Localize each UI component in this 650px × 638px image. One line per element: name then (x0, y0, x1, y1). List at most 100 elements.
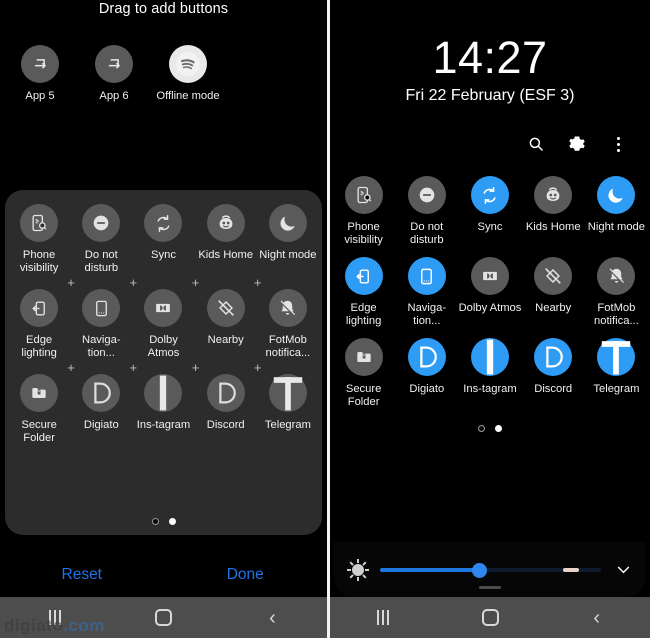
page-dot-2[interactable] (495, 425, 502, 432)
add-slot-marker[interactable]: + (40, 361, 102, 374)
add-slot-marker[interactable]: + (40, 276, 102, 289)
discord-icon (534, 338, 573, 376)
page-title: Drag to add buttons (98, 1, 229, 17)
add-slot-marker[interactable]: + (102, 276, 164, 289)
qs-tile-secure-folder[interactable]: Secure Folder (332, 338, 395, 409)
qs-tile-night-mode[interactable]: Night mode (257, 204, 319, 275)
qs-tile-kids-home[interactable]: Kids Home (522, 176, 585, 247)
home-icon[interactable] (437, 609, 544, 626)
add-slot-marker[interactable]: + (102, 361, 164, 374)
qs-tile-night-mode[interactable]: Night mode (585, 176, 648, 247)
reset-button[interactable]: Reset (0, 566, 164, 584)
qs-tile-digiato[interactable]: Digiato (395, 338, 458, 409)
tray-tile-offline-mode[interactable]: Offline mode (151, 45, 225, 103)
qs-tile-dolby-atmos[interactable]: Dolby Atmos (132, 289, 194, 360)
tray-tile-app6[interactable]: App 6 (77, 45, 151, 103)
page-dot-1[interactable] (151, 518, 159, 525)
qs-tile-phone-visibility[interactable]: Phone visibility (332, 176, 395, 247)
add-slot-marker[interactable]: + (227, 361, 289, 374)
add-slot-row: + + + + (8, 360, 319, 374)
qs-tile-label: Do not disturb (84, 249, 119, 274)
qs-tile-label: Nearby (207, 334, 244, 346)
add-slot-marker[interactable]: + (227, 276, 289, 289)
qs-tile-label: Dolby Atmos (458, 302, 522, 314)
qs-tile-label: Digiato (83, 419, 119, 431)
clock-time: 14:27 (432, 32, 548, 83)
system-navigation-bar: ‹ (0, 597, 327, 638)
page-indicator (5, 518, 322, 525)
slider-fill (380, 567, 480, 572)
night-mode-icon (268, 204, 307, 242)
qs-tile-telegram[interactable]: Telegram (585, 338, 648, 409)
quick-settings-grid: Phone visibility Do not disturb Sync Kid… (5, 190, 322, 445)
do-not-disturb-icon (407, 176, 446, 214)
qs-tile-instagram[interactable]: Ins-tagram (132, 374, 194, 445)
qs-tile-fotmob-notifications[interactable]: FotMob notifica... (257, 289, 319, 360)
qs-tile-fotmob-notifications[interactable]: FotMob notifica... (585, 257, 648, 328)
digiato-icon (407, 338, 446, 376)
back-icon[interactable]: ‹ (543, 608, 650, 628)
page-dot-1[interactable] (478, 425, 485, 432)
bell-off-icon (268, 289, 307, 327)
qs-tile-discord[interactable]: Discord (195, 374, 257, 445)
recents-icon[interactable] (330, 610, 437, 625)
instagram-icon (144, 374, 183, 412)
qs-tile-secure-folder[interactable]: Secure Folder (8, 374, 70, 445)
qs-tile-do-not-disturb[interactable]: Do not disturb (70, 204, 132, 275)
back-glyph: ‹ (593, 606, 601, 629)
home-icon[interactable] (109, 609, 218, 626)
instagram-icon (470, 338, 509, 376)
overflow-menu-icon[interactable] (608, 134, 628, 154)
panel-pull-handle[interactable] (479, 586, 501, 589)
brightness-slider[interactable] (380, 560, 601, 580)
kids-home-icon (206, 204, 245, 242)
qs-tile-telegram[interactable]: Telegram (257, 374, 319, 445)
qs-tile-edge-lighting[interactable]: Edge lighting (332, 257, 395, 328)
qs-tile-edge-lighting[interactable]: Edge lighting (8, 289, 70, 360)
qs-tile-phone-visibility[interactable]: Phone visibility (8, 204, 70, 275)
qs-tile-instagram[interactable]: Ins-tagram (458, 338, 521, 409)
page-dot-2[interactable] (168, 518, 176, 525)
qs-tile-nearby[interactable]: Nearby (195, 289, 257, 360)
qs-tile-label: Edge lighting (21, 334, 57, 359)
add-slot-marker[interactable]: + (164, 276, 226, 289)
quick-settings-card: Phone visibility Do not disturb Sync Kid… (5, 190, 322, 535)
add-slot-row: + + + + (8, 275, 319, 289)
qs-tile-label: Kids Home (198, 249, 254, 261)
dolby-atmos-icon (144, 289, 183, 327)
qs-tile-label: Secure Folder (21, 419, 57, 444)
quick-panel-header-icons (330, 105, 650, 154)
qs-tile-sync[interactable]: Sync (132, 204, 194, 275)
gear-icon[interactable] (567, 134, 587, 154)
qs-tile-label: Telegram (593, 383, 640, 395)
done-button[interactable]: Done (164, 566, 328, 584)
qs-tile-digiato[interactable]: Digiato (70, 374, 132, 445)
slider-auto-marker (563, 567, 579, 572)
edge-lighting-icon (344, 257, 383, 295)
edit-actions: Reset Done (0, 550, 327, 600)
qs-tile-label: FotMob notifica... (594, 302, 639, 327)
qs-tile-kids-home[interactable]: Kids Home (195, 204, 257, 275)
telegram-icon (597, 338, 636, 376)
add-slot-marker[interactable]: + (164, 361, 226, 374)
qs-tile-do-not-disturb[interactable]: Do not disturb (395, 176, 458, 247)
chevron-down-icon[interactable] (615, 561, 632, 578)
telegram-icon (268, 374, 307, 412)
recents-icon[interactable] (0, 610, 109, 625)
tray-tile-app5[interactable]: App 5 (3, 45, 77, 103)
slider-thumb[interactable] (472, 562, 488, 578)
qs-tile-navigation-bar[interactable]: Naviga-tion... (70, 289, 132, 360)
qs-tile-navigation-bar[interactable]: Naviga-tion... (395, 257, 458, 328)
sync-icon (144, 204, 183, 242)
qs-tile-label: Sync (477, 221, 503, 233)
do-not-disturb-icon (82, 204, 121, 242)
qs-tile-nearby[interactable]: Nearby (522, 257, 585, 328)
search-icon[interactable] (526, 134, 546, 154)
phone-visibility-icon (20, 204, 59, 242)
back-icon[interactable]: ‹ (218, 608, 327, 628)
qs-tile-dolby-atmos[interactable]: Dolby Atmos (458, 257, 521, 328)
qs-tile-discord[interactable]: Discord (522, 338, 585, 409)
qs-tile-sync[interactable]: Sync (458, 176, 521, 247)
qs-tile-label: Edge lighting (345, 302, 382, 327)
qs-tile-label: Phone visibility (19, 249, 59, 274)
